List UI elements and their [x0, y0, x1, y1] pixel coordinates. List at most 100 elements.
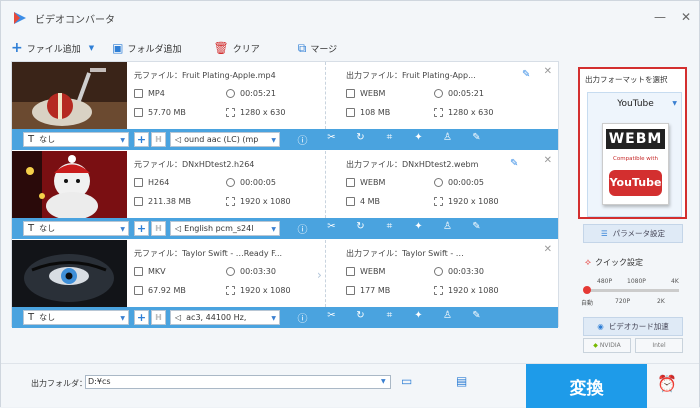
watermark-icon[interactable]: ♙ — [433, 221, 462, 236]
output-format: WEBM — [346, 267, 385, 276]
video-thumbnail[interactable] — [12, 240, 127, 307]
output-format-box: 出力フォーマットを選択 YouTube ▼ WEBM Compatible wi… — [578, 67, 687, 219]
plus-icon: + — [11, 40, 23, 56]
file-size-icon — [346, 108, 355, 117]
merge-button[interactable]: ⧉ マージ — [298, 42, 337, 55]
video-format-icon — [346, 89, 355, 98]
quality-slider[interactable] — [583, 286, 679, 294]
add-folder-button[interactable]: ▣ フォルダ追加 — [112, 42, 181, 55]
video-format-icon — [134, 178, 143, 187]
remove-item-icon[interactable]: ✕ — [544, 244, 552, 255]
watermark-icon[interactable]: ♙ — [433, 310, 462, 325]
slider-handle[interactable] — [583, 286, 591, 294]
hardsub-button[interactable]: H — [151, 310, 166, 325]
crop-icon[interactable]: ⌗ — [375, 310, 404, 325]
list-item: 元ファイル：Taylor Swift - …Ready F... MKV 00:… — [12, 240, 558, 328]
video-format-icon — [134, 89, 143, 98]
audio-track-select[interactable]: ◁ ound aac (LC) (mp ▼ — [170, 132, 280, 147]
slider-label-4k: 4K — [671, 278, 679, 285]
trash-icon: 🗑 — [213, 41, 229, 55]
quick-settings-label: ⟡ クイック設定 — [585, 257, 643, 268]
intel-badge[interactable]: Intel — [635, 338, 683, 353]
item-toolbar: T なし ▼ + H ◁ English pcm_s24l ▼ ⓘ ✂ ↻ ⌗ … — [12, 218, 558, 239]
list-item: 元ファイル：DNxHDtest2.h264 H264 00:00:05 211.… — [12, 151, 558, 239]
video-format-icon — [134, 267, 143, 276]
info-icon[interactable]: ⓘ — [288, 221, 317, 236]
chevron-down-icon[interactable]: ▼ — [381, 378, 386, 385]
folder-browse-icon[interactable]: ▤ — [456, 374, 467, 388]
subtitle-select[interactable]: T なし ▼ — [23, 132, 129, 147]
convert-button[interactable]: 変換 — [526, 364, 647, 408]
video-thumbnail[interactable] — [12, 62, 127, 129]
parameter-settings-button[interactable]: ☰ パラメータ設定 — [583, 224, 683, 243]
close-window-icon[interactable]: ✕ — [679, 11, 693, 23]
hardsub-button[interactable]: H — [151, 221, 166, 236]
effect-icon[interactable]: ✦ — [404, 310, 433, 325]
edit-icon[interactable]: ✎ — [462, 132, 491, 147]
video-thumbnail[interactable] — [12, 151, 127, 218]
info-icon[interactable]: ⓘ — [288, 132, 317, 147]
nvidia-logo-icon: ◆ — [593, 342, 598, 349]
output-folder-input[interactable]: D:¥cs — [85, 375, 391, 389]
clock-icon — [434, 89, 443, 98]
output-folder-label: 出力フォルダ： — [31, 379, 87, 388]
cut-icon[interactable]: ✂ — [317, 310, 346, 325]
minimize-icon[interactable]: — — [653, 11, 667, 23]
remove-item-icon[interactable]: ✕ — [544, 155, 552, 166]
rotate-icon[interactable]: ↻ — [346, 132, 375, 147]
crop-icon[interactable]: ⌗ — [375, 221, 404, 236]
source-duration: 00:00:05 — [226, 178, 276, 187]
source-info: 元ファイル：Taylor Swift - …Ready F... MKV 00:… — [134, 240, 324, 307]
audio-track-select[interactable]: ◁ ac3, 44100 Hz, ▼ — [170, 310, 280, 325]
convert-arrow-icon: › — [317, 268, 322, 282]
effect-icon[interactable]: ✦ — [404, 132, 433, 147]
edit-icon[interactable]: ✎ — [462, 221, 491, 236]
rotate-icon[interactable]: ↻ — [346, 310, 375, 325]
hardsub-button[interactable]: H — [151, 132, 166, 147]
add-file-button[interactable]: + ファイル追加 ▼ — [11, 40, 94, 56]
chevron-down-icon[interactable]: ▼ — [89, 44, 94, 52]
output-format-selector[interactable]: YouTube ▼ WEBM Compatible with YouTube — [587, 92, 682, 217]
add-subtitle-button[interactable]: + — [134, 132, 149, 147]
settings-panel: 出力フォーマットを選択 YouTube ▼ WEBM Compatible wi… — [573, 61, 693, 361]
nvidia-badge[interactable]: ◆ NVIDIA — [583, 338, 631, 353]
audio-track-select[interactable]: ◁ English pcm_s24l ▼ — [170, 221, 280, 236]
info-icon[interactable]: ⓘ — [288, 310, 317, 325]
resolution-icon — [226, 197, 235, 206]
rotate-icon[interactable]: ↻ — [346, 221, 375, 236]
watermark-icon[interactable]: ♙ — [433, 132, 462, 147]
speaker-icon: ◁ — [175, 313, 182, 322]
app-logo-icon — [13, 11, 27, 25]
alarm-clock-icon[interactable]: ⏰ — [657, 374, 677, 393]
folder-add-icon: ▣ — [112, 41, 124, 55]
source-duration: 00:03:30 — [226, 267, 276, 276]
clear-button[interactable]: 🗑 クリア — [214, 42, 260, 55]
effect-icon[interactable]: ✦ — [404, 221, 433, 236]
merge-icon: ⧉ — [297, 41, 307, 55]
file-size-icon — [134, 197, 143, 206]
slider-label-2k: 2K — [657, 298, 665, 305]
subtitle-select[interactable]: T なし ▼ — [23, 221, 129, 236]
edit-output-name-icon[interactable]: ✎ — [510, 158, 518, 169]
file-size-icon — [346, 197, 355, 206]
cut-icon[interactable]: ✂ — [317, 221, 346, 236]
subtitle-select[interactable]: T なし ▼ — [23, 310, 129, 325]
chevron-down-icon[interactable]: ▼ — [672, 100, 677, 107]
selected-format-name: YouTube — [617, 99, 654, 109]
edit-output-name-icon[interactable]: ✎ — [522, 69, 530, 80]
add-subtitle-button[interactable]: + — [134, 221, 149, 236]
source-filename: 元ファイル：DNxHDtest2.h264 — [134, 160, 255, 169]
output-format: WEBM — [346, 178, 385, 187]
slider-label-480p: 480P — [597, 278, 613, 285]
remove-item-icon[interactable]: ✕ — [544, 66, 552, 77]
crop-icon[interactable]: ⌗ — [375, 132, 404, 147]
title-bar: ビデオコンバータ — ✕ — [1, 1, 699, 35]
source-format: MP4 — [134, 89, 165, 98]
add-subtitle-button[interactable]: + — [134, 310, 149, 325]
open-folder-icon[interactable]: ▭ — [401, 374, 412, 388]
edit-icon[interactable]: ✎ — [462, 310, 491, 325]
output-filename: 出力ファイル：Taylor Swift - … — [346, 249, 464, 258]
file-size-icon — [346, 286, 355, 295]
cut-icon[interactable]: ✂ — [317, 132, 346, 147]
video-card-accel-button[interactable]: ◉ ビデオカード加速 — [583, 317, 683, 336]
